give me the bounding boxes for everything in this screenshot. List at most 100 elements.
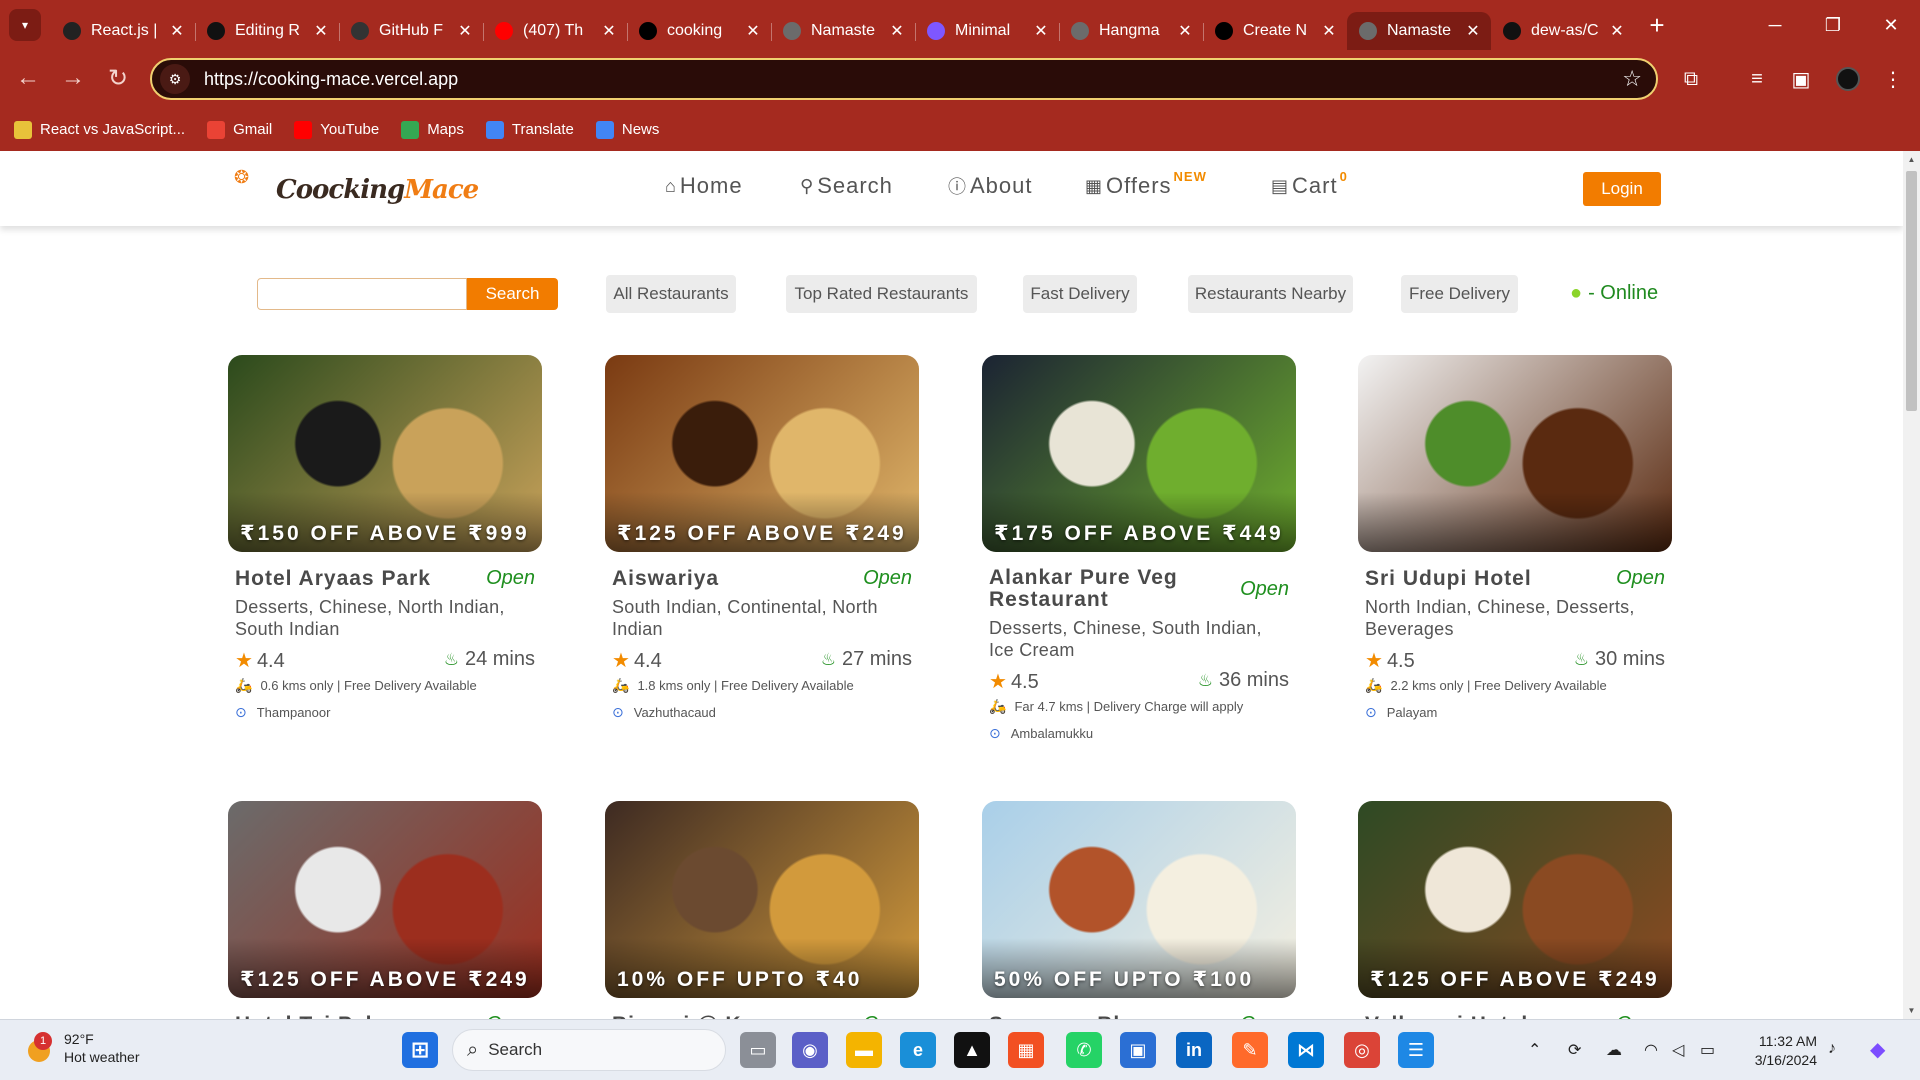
- browser-tab[interactable]: (407) Th ✕: [483, 12, 627, 50]
- address-bar[interactable]: ⚙ https://cooking-mace.vercel.app ☆: [150, 58, 1658, 100]
- nav-cart[interactable]: ▤ Cart 0: [1271, 169, 1348, 199]
- scroll-thumb[interactable]: [1906, 171, 1917, 411]
- media-control-icon[interactable]: ≡: [1742, 64, 1772, 94]
- filter-button[interactable]: Restaurants Nearby: [1188, 275, 1353, 313]
- postman-icon[interactable]: ✎: [1232, 1032, 1268, 1068]
- back-icon[interactable]: ←: [14, 64, 42, 92]
- address-url[interactable]: https://cooking-mace.vercel.app: [204, 69, 1622, 90]
- vercel-app-icon[interactable]: ▲: [954, 1032, 990, 1068]
- edge-icon[interactable]: e: [900, 1032, 936, 1068]
- restaurant-search-input[interactable]: [257, 278, 467, 310]
- restaurant-image[interactable]: [1358, 355, 1672, 552]
- nav-offers[interactable]: ▦ Offers NEW: [1085, 169, 1207, 199]
- restaurant-card[interactable]: ₹125 OFF ABOVE ₹249Vellayani HotelOpen: [1358, 801, 1672, 1019]
- close-tab-icon[interactable]: ✕: [1033, 21, 1049, 41]
- restore-icon[interactable]: ❐: [1804, 0, 1862, 50]
- system-clock[interactable]: 11:32 AM 3/16/2024: [1745, 1032, 1817, 1070]
- browser-tab[interactable]: React.js | ✕: [51, 12, 195, 50]
- weather-widget[interactable]: 1 92°F Hot weather: [24, 1030, 139, 1066]
- login-button[interactable]: Login: [1583, 172, 1661, 206]
- bookmark-item[interactable]: Gmail: [207, 120, 272, 139]
- side-panel-icon[interactable]: ▣: [1786, 64, 1816, 94]
- profile-avatar[interactable]: [1836, 67, 1860, 91]
- restaurant-image[interactable]: ₹150 OFF ABOVE ₹999: [228, 355, 542, 552]
- restaurant-image[interactable]: 10% OFF UPTO ₹40: [605, 801, 919, 998]
- nav-about[interactable]: ⓘ About: [948, 173, 1033, 199]
- browser-tab[interactable]: GitHub F ✕: [339, 12, 483, 50]
- site-info-icon[interactable]: ⚙: [160, 64, 190, 94]
- taskbar-search[interactable]: ⌕ Search: [452, 1029, 726, 1071]
- tab-search-menu-icon[interactable]: ▾: [9, 9, 41, 41]
- close-tab-icon[interactable]: ✕: [1177, 21, 1193, 41]
- reload-icon[interactable]: ↻: [104, 64, 132, 92]
- browser-tab[interactable]: Create N ✕: [1203, 12, 1347, 50]
- forward-icon[interactable]: →: [59, 64, 87, 92]
- nav-home[interactable]: ⌂ Home: [665, 173, 743, 199]
- browser-tab[interactable]: dew-as/C ✕: [1491, 12, 1635, 50]
- nav-search[interactable]: ⚲ Search: [800, 173, 893, 199]
- browser-tab[interactable]: Editing R ✕: [195, 12, 339, 50]
- restaurant-image[interactable]: ₹125 OFF ABOVE ₹249: [228, 801, 542, 998]
- close-tab-icon[interactable]: ✕: [601, 21, 617, 41]
- browser-menu-icon[interactable]: ⋮: [1878, 64, 1908, 94]
- close-window-icon[interactable]: ✕: [1862, 0, 1920, 50]
- close-tab-icon[interactable]: ✕: [313, 21, 329, 41]
- store-icon[interactable]: ▦: [1008, 1032, 1044, 1068]
- start-icon[interactable]: ⊞: [402, 1032, 438, 1068]
- battery-icon[interactable]: ▭: [1700, 1040, 1715, 1060]
- onedrive-icon[interactable]: ☁: [1606, 1040, 1622, 1060]
- photos-icon[interactable]: ▣: [1120, 1032, 1156, 1068]
- tray-chevron-icon[interactable]: ⌃: [1528, 1040, 1541, 1060]
- chrome-icon[interactable]: ◎: [1344, 1032, 1380, 1068]
- page-scrollbar[interactable]: ▲ ▼: [1903, 151, 1920, 1019]
- browser-tab[interactable]: Namaste ✕: [1347, 12, 1491, 50]
- restaurant-card[interactable]: ₹175 OFF ABOVE ₹449 Alankar Pure Veg Rest…: [982, 355, 1296, 742]
- restaurant-card[interactable]: Sri Udupi Hotel Open North Indian, Chinese…: [1358, 355, 1672, 721]
- whatsapp-icon[interactable]: ✆: [1066, 1032, 1102, 1068]
- bookmark-star-icon[interactable]: ☆: [1622, 66, 1642, 92]
- wifi-icon[interactable]: ◠: [1644, 1040, 1658, 1060]
- search-button[interactable]: Search: [467, 278, 558, 310]
- minimize-icon[interactable]: ─: [1746, 0, 1804, 50]
- browser-tab[interactable]: Hangma ✕: [1059, 12, 1203, 50]
- extensions-icon[interactable]: ⧉: [1676, 64, 1706, 94]
- close-tab-icon[interactable]: ✕: [1321, 21, 1337, 41]
- close-tab-icon[interactable]: ✕: [889, 21, 905, 41]
- bookmark-item[interactable]: Translate: [485, 120, 574, 139]
- copilot-icon[interactable]: ◆: [1870, 1037, 1885, 1062]
- browser-tab[interactable]: Namaste ✕: [771, 12, 915, 50]
- bookmark-item[interactable]: React vs JavaScript...: [14, 120, 185, 139]
- filter-button[interactable]: Fast Delivery: [1023, 275, 1137, 313]
- volume-icon[interactable]: ◁: [1672, 1040, 1684, 1060]
- restaurant-image[interactable]: ₹125 OFF ABOVE ₹249: [605, 355, 919, 552]
- browser-tab[interactable]: cooking ✕: [627, 12, 771, 50]
- bookmark-item[interactable]: YouTube: [294, 120, 379, 139]
- restaurant-image[interactable]: ₹175 OFF ABOVE ₹449: [982, 355, 1296, 552]
- restaurant-card[interactable]: ₹125 OFF ABOVE ₹249Hotel Taj PalOpen: [228, 801, 542, 1019]
- sync-icon[interactable]: ⟳: [1568, 1040, 1581, 1060]
- scroll-down-icon[interactable]: ▼: [1903, 1002, 1920, 1019]
- filter-button[interactable]: Free Delivery: [1401, 275, 1518, 313]
- close-tab-icon[interactable]: ✕: [1609, 21, 1625, 41]
- task-view-icon[interactable]: ▭: [740, 1032, 776, 1068]
- bookmark-item[interactable]: News: [595, 120, 659, 139]
- close-tab-icon[interactable]: ✕: [457, 21, 473, 41]
- restaurant-card[interactable]: ₹150 OFF ABOVE ₹999 Hotel Aryaas Park Open…: [228, 355, 542, 721]
- notepad-icon[interactable]: ☰: [1398, 1032, 1434, 1068]
- linkedin-icon[interactable]: in: [1176, 1032, 1212, 1068]
- notification-bell-icon[interactable]: ♪: [1828, 1040, 1836, 1058]
- restaurant-card[interactable]: ₹125 OFF ABOVE ₹249 Aiswariya Open South In…: [605, 355, 919, 721]
- new-tab-button[interactable]: +: [1639, 10, 1675, 41]
- restaurant-image[interactable]: 50% OFF UPTO ₹100: [982, 801, 1296, 998]
- restaurant-image[interactable]: ₹125 OFF ABOVE ₹249: [1358, 801, 1672, 998]
- close-tab-icon[interactable]: ✕: [745, 21, 761, 41]
- filter-button[interactable]: All Restaurants: [606, 275, 736, 313]
- file-explorer-icon[interactable]: ▬: [846, 1032, 882, 1068]
- scroll-up-icon[interactable]: ▲: [1903, 151, 1920, 168]
- teams-icon[interactable]: ◉: [792, 1032, 828, 1068]
- browser-tab[interactable]: Minimal ✕: [915, 12, 1059, 50]
- close-tab-icon[interactable]: ✕: [1465, 21, 1481, 41]
- bookmark-item[interactable]: Maps: [401, 120, 464, 139]
- filter-button[interactable]: Top Rated Restaurants: [786, 275, 977, 313]
- close-tab-icon[interactable]: ✕: [169, 21, 185, 41]
